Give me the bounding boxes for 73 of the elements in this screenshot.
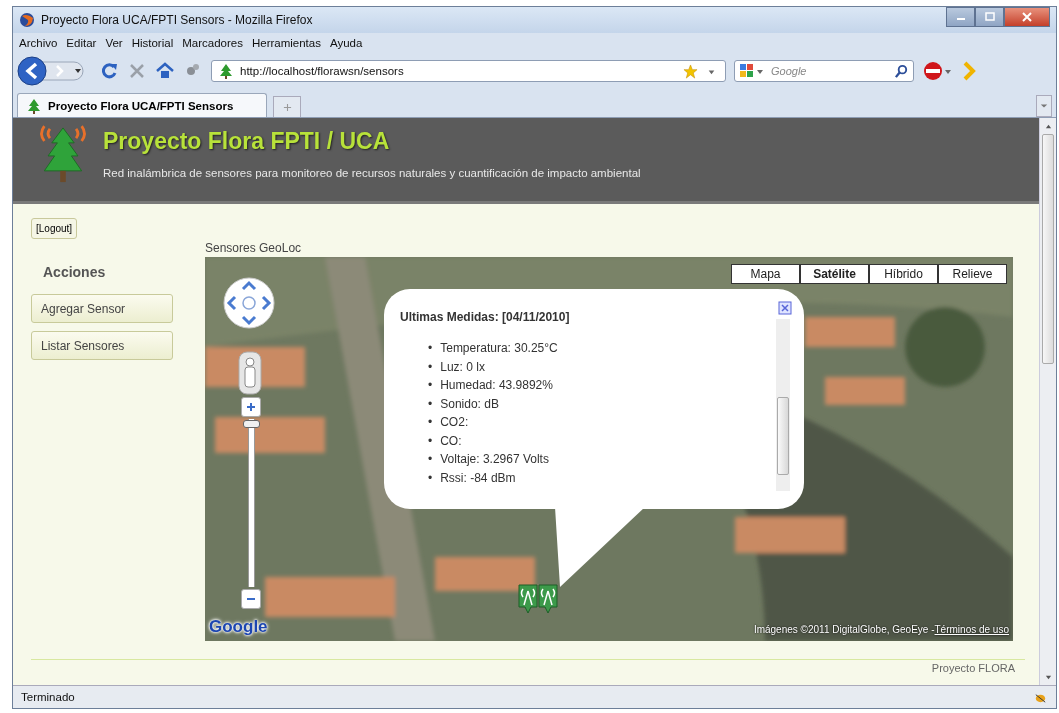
search-field[interactable]: Google	[734, 60, 914, 82]
plus-icon	[282, 102, 292, 112]
map-type-button[interactable]: Mapa	[731, 264, 800, 284]
status-text: Terminado	[21, 691, 75, 703]
star-icon[interactable]	[683, 63, 698, 79]
measurement-item: Luz: 0 lx	[440, 358, 485, 376]
action-button[interactable]: Listar Sensores	[31, 331, 173, 360]
up-arrow-icon[interactable]	[1044, 122, 1052, 130]
scrollbar[interactable]	[776, 319, 790, 491]
terms-link[interactable]: Términos de uso	[934, 624, 1009, 635]
info-title: Ultimas Medidas: [04/11/2010]	[400, 310, 570, 324]
browser-tab[interactable]: Proyecto Flora UCA/FPTI Sensors	[17, 93, 267, 117]
new-tab-button[interactable]	[273, 96, 301, 117]
close-icon[interactable]	[778, 301, 792, 315]
list-bullet: •	[428, 358, 433, 376]
measurement-item: CO:	[440, 432, 462, 450]
stop-sign-icon[interactable]	[922, 61, 952, 81]
list-bullet: •	[428, 432, 433, 450]
measurement-item: Sonido: dB	[440, 395, 499, 413]
caret-icon	[1040, 102, 1048, 110]
menu-item[interactable]: Marcadores	[182, 37, 243, 49]
tree-icon	[218, 63, 234, 79]
map-type-button[interactable]: Híbrido	[869, 264, 938, 284]
minimize-button[interactable]	[946, 7, 975, 27]
menu-item[interactable]: Editar	[66, 37, 97, 49]
scroll-thumb[interactable]	[1042, 134, 1054, 364]
maximize-button[interactable]	[975, 7, 1004, 27]
sidebar-heading: Acciones	[43, 264, 107, 280]
plus-icon	[246, 402, 256, 412]
zoom-in-button[interactable]	[241, 397, 261, 417]
logout-button[interactable]: [Logout]	[31, 218, 78, 239]
reload-icon[interactable]	[99, 61, 119, 81]
address-bar[interactable]: http://localhost/florawsn/sensors	[211, 60, 726, 82]
menu-item[interactable]: Ver	[105, 37, 123, 49]
list-bullet: •	[428, 377, 433, 394]
measurement-item: Temperatura: 30.25°C	[440, 340, 558, 357]
menu-item[interactable]: Herramientas	[251, 37, 321, 49]
home-icon[interactable]	[155, 61, 175, 81]
footer-text: Proyecto FLORA	[931, 662, 1015, 674]
list-bullet: •	[428, 395, 433, 413]
person-icon[interactable]	[238, 351, 262, 395]
tree-icon	[26, 97, 42, 114]
zoom-out-button[interactable]	[241, 589, 261, 609]
list-bullet: •	[428, 340, 433, 357]
site-title: Proyecto Flora FPTI / UCA	[103, 128, 391, 155]
site-subtitle: Red inalámbrica de sensores para monitoreo de recursos naturales y cuantificación de impacto ambiental	[103, 167, 641, 179]
pan-control[interactable]	[223, 277, 275, 329]
measurement-item: Rssi: -84 dBm	[440, 469, 516, 487]
antenna-marker-icon[interactable]	[517, 583, 561, 615]
action-button[interactable]: Agregar Sensor	[31, 294, 173, 323]
measurement-item: Humedad: 43.9892%	[440, 377, 553, 394]
globe-icon	[19, 12, 35, 28]
attribution-text: Imágenes ©2011 DigitalGlobe, GeoEye -	[753, 624, 935, 635]
measurement-item: Voltaje: 3.2967 Volts	[440, 451, 549, 468]
menu-item[interactable]: Archivo	[19, 37, 58, 49]
menu-item[interactable]: Historial	[131, 37, 174, 49]
close-icon	[1022, 12, 1032, 22]
scroll-thumb[interactable]	[777, 397, 789, 475]
menu-item[interactable]: Ayuda	[329, 37, 363, 49]
list-bullet: •	[428, 414, 433, 431]
slider-thumb[interactable]	[242, 420, 260, 429]
maximize-icon	[984, 12, 995, 22]
map-type-button[interactable]: Relieve	[938, 264, 1007, 284]
close-button[interactable]	[1004, 7, 1050, 27]
list-bullet: •	[428, 469, 433, 487]
window-title: Proyecto Flora UCA/FPTI Sensors - Mozilla Firefox	[41, 13, 314, 27]
map-type-button[interactable]: Satélite	[800, 264, 869, 284]
search-icon[interactable]	[894, 63, 909, 79]
down-arrow-icon[interactable]	[1044, 673, 1052, 681]
scrollbar[interactable]	[1039, 118, 1056, 685]
measurement-item: CO2:	[440, 414, 469, 431]
list-bullet: •	[428, 451, 433, 468]
map-label: Sensores GeoLoc	[205, 241, 303, 255]
